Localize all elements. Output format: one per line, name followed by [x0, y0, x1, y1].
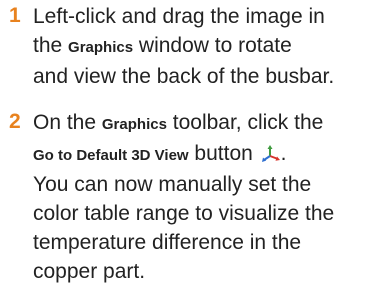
ui-term-go-to-default-3d-view: Go to Default 3D View: [33, 147, 189, 164]
step-line: temperature difference in the: [33, 228, 378, 257]
text-run: the: [33, 34, 69, 57]
text-run: Left-click and drag the image in: [33, 5, 325, 28]
text-run: You can now manually set the: [33, 173, 312, 196]
step-text: On the Graphics toolbar, click the Go to…: [33, 108, 378, 286]
instruction-steps: 1 Left-click and drag the image in the G…: [0, 0, 380, 297]
text-run: On the: [33, 111, 102, 134]
step-number: 1: [9, 4, 21, 27]
step-line: You can now manually set the: [33, 170, 378, 199]
text-run: .: [280, 142, 287, 165]
step-line: copper part.: [33, 257, 378, 286]
step-number: 2: [9, 110, 21, 133]
text-run: toolbar, click the: [166, 111, 324, 134]
step-line: Go to Default 3D View button .: [33, 139, 378, 170]
step-line: color table range to visualize the: [33, 199, 378, 228]
step-line: Left-click and drag the image in: [33, 2, 378, 31]
step-text: Left-click and drag the image in the Gra…: [33, 2, 378, 91]
default-3d-view-axes-icon: [261, 142, 281, 162]
ui-term-graphics: Graphics: [68, 39, 134, 56]
text-run: copper part.: [33, 260, 146, 283]
text-run: and view the back of the busbar.: [33, 65, 335, 88]
text-run: color table range to visualize the: [33, 202, 335, 225]
text-run: temperature difference in the: [33, 231, 302, 254]
step-line: the Graphics window to rotate: [33, 31, 378, 62]
text-run: button: [188, 142, 259, 165]
text-run: window to rotate: [133, 34, 292, 57]
step-line: On the Graphics toolbar, click the: [33, 108, 378, 139]
ui-term-graphics: Graphics: [101, 116, 167, 133]
step-line: and view the back of the busbar.: [33, 62, 378, 91]
